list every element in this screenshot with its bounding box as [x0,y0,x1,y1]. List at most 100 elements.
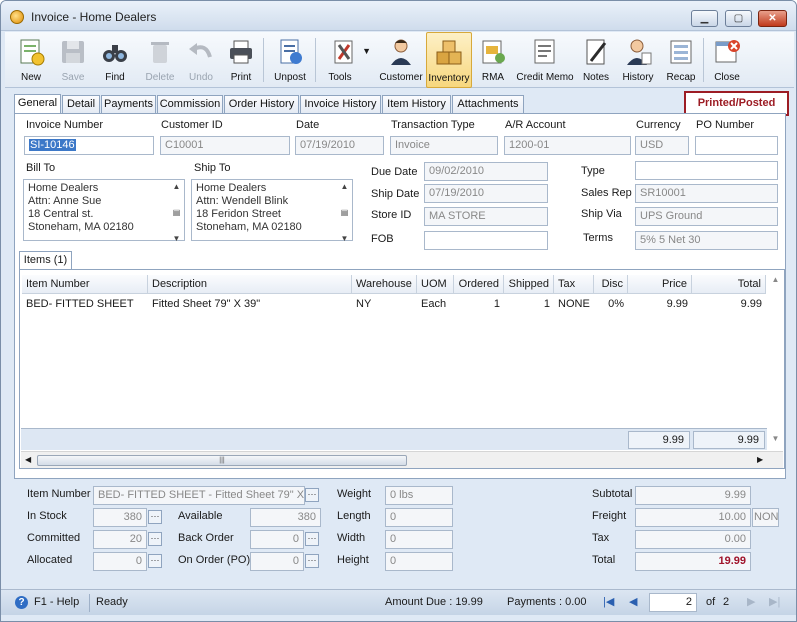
freight-field[interactable]: 10.00 [635,508,751,527]
allocated-lookup-button[interactable]: ··· [148,554,162,568]
fob-field[interactable] [424,231,548,250]
ar-account-field[interactable]: 1200-01 [504,136,631,155]
notes-button[interactable]: Notes [577,32,615,88]
close-button[interactable]: Close [707,32,747,88]
column-header[interactable]: Shipped [504,275,554,294]
tools-button[interactable]: Tools ▼ [319,32,371,88]
rma-button[interactable]: RMA [473,32,513,88]
available-field[interactable]: 380 [250,508,321,527]
next-record-icon[interactable]: ▶ [747,595,755,608]
back-order-lookup-button[interactable]: ··· [305,532,319,546]
item-lookup-button[interactable]: ··· [305,488,319,502]
sales-rep-field[interactable]: SR10001 [635,184,778,203]
tab-commission[interactable]: Commission [157,95,223,114]
previous-record-icon[interactable]: ◀ [629,595,637,608]
type-field[interactable] [635,161,778,180]
of-label: of [706,596,716,608]
total-label: Total [592,554,616,566]
save-button[interactable]: Save [53,32,93,88]
allocated-field[interactable]: 0 [93,552,147,571]
grid-vertical-scrollbar[interactable]: ▲ ▼ [768,275,783,450]
find-button[interactable]: Find [95,32,135,88]
item-number-field[interactable]: BED- FITTED SHEET - Fitted Sheet 79" X 3… [93,486,305,505]
terms-field[interactable]: 5% 5 Net 30 [635,231,778,250]
committed-field[interactable]: 20 [93,530,147,549]
first-record-icon[interactable]: |◀ [603,595,614,608]
page-number-field[interactable]: 2 [649,593,697,612]
currency-field[interactable]: USD [635,136,689,155]
bill-to-label: Bill To [26,162,56,174]
tab-invoice-history[interactable]: Invoice History [300,95,381,114]
column-header[interactable]: UOM [417,275,454,294]
due-date-field[interactable]: 09/02/2010 [424,162,548,181]
history-button[interactable]: History [617,32,659,88]
print-button[interactable]: Print [221,32,261,88]
inventory-button[interactable]: Inventory [426,32,472,88]
delete-button[interactable]: Delete [139,32,181,88]
column-header[interactable]: Item Number [22,275,148,294]
committed-lookup-button[interactable]: ··· [148,532,162,546]
tab-item-history[interactable]: Item History [382,95,451,114]
total-pages: 2 [723,596,730,608]
length-field[interactable]: 0 [385,508,453,527]
column-header[interactable]: Warehouse [352,275,417,294]
tab-detail[interactable]: Detail [62,95,100,114]
undo-button[interactable]: Undo [181,32,221,88]
tab-general[interactable]: General [14,94,61,114]
close-window-button[interactable]: ✕ [758,10,787,27]
notebook-icon [586,39,607,65]
scroll-left-icon[interactable]: ◀ [25,455,31,464]
customer-button[interactable]: Customer [377,32,425,88]
column-header[interactable]: Description [148,275,352,294]
shipped-cell: 1 [543,298,550,310]
in-stock-field[interactable]: 380 [93,508,147,527]
column-header[interactable]: Ordered [454,275,504,294]
height-field[interactable]: 0 [385,552,453,571]
minimize-button[interactable]: ▁ [691,10,718,27]
customer-id-field[interactable]: C10001 [160,136,290,155]
new-button[interactable]: New [9,32,53,88]
po-number-field[interactable] [695,136,778,155]
tab-order-history[interactable]: Order History [224,95,299,114]
recap-button[interactable]: Recap [661,32,701,88]
width-field[interactable]: 0 [385,530,453,549]
bill-to-address[interactable]: Home Dealers Attn: Anne Sue 18 Central s… [23,179,185,243]
column-header[interactable]: Price [628,275,692,294]
ship-to-scrollbar[interactable]: ▲ ▤ ▼ [337,180,352,243]
item-number-cell: BED- FITTED SHEET [26,298,134,310]
last-record-icon[interactable]: ▶| [769,595,780,608]
column-header[interactable]: Tax [554,275,594,294]
store-id-field[interactable]: MA STORE [424,207,548,226]
printer-icon [230,40,252,64]
on-order-field[interactable]: 0 [250,552,304,571]
unpost-button[interactable]: Unpost [269,32,311,88]
maximize-button[interactable]: ▢ [725,10,752,27]
help-icon[interactable]: ? [15,596,28,609]
on-order-lookup-button[interactable]: ··· [305,554,319,568]
tab-payments[interactable]: Payments [101,95,156,114]
credit-memo-button[interactable]: Credit Memo [515,32,575,88]
column-header[interactable]: Total [692,275,766,294]
ship-date-field[interactable]: 07/19/2010 [424,184,548,203]
ship-via-label: Ship Via [581,208,622,220]
column-header[interactable]: Disc [594,275,628,294]
chevron-down-icon[interactable]: ▼ [362,46,371,56]
ship-to-address[interactable]: Home Dealers Attn: Wendell Blink 18 Feri… [191,179,353,243]
freight-code-field[interactable]: NON [752,508,779,527]
invoice-number-field[interactable]: SI-10146 [24,136,154,155]
floppy-disk-icon [62,41,84,63]
help-label[interactable]: F1 - Help [34,596,79,608]
tab-attachments[interactable]: Attachments [452,95,524,114]
person-history-icon [627,39,652,65]
transaction-type-field[interactable]: Invoice [390,136,498,155]
date-field[interactable]: 07/19/2010 [295,136,384,155]
ship-via-field[interactable]: UPS Ground [635,207,778,226]
weight-field[interactable]: 0 lbs [385,486,453,505]
grid-horizontal-scrollbar[interactable]: ◀ ||| ▶ [21,451,783,468]
scroll-thumb[interactable]: ||| [37,455,407,466]
back-order-field[interactable]: 0 [250,530,304,549]
bill-to-scrollbar[interactable]: ▲ ▤ ▼ [169,180,184,243]
tab-items[interactable]: Items (1) [19,251,72,270]
scroll-right-icon[interactable]: ▶ [757,455,763,464]
in-stock-lookup-button[interactable]: ··· [148,510,162,524]
